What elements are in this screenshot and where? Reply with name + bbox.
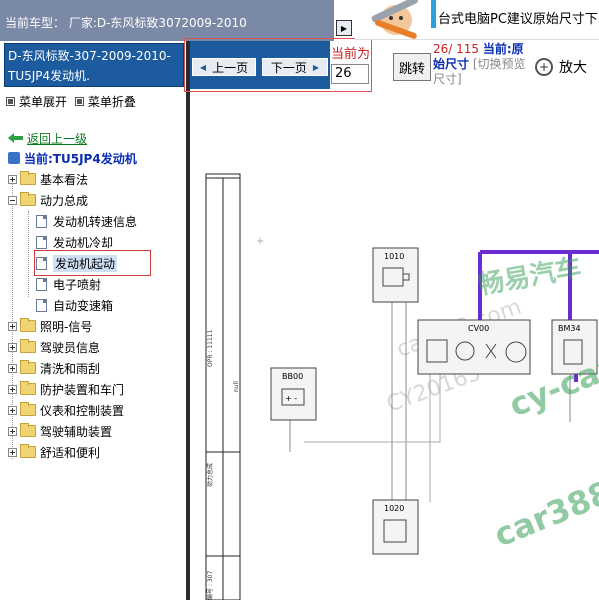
folder-open-icon	[20, 192, 36, 206]
tree-item-label: 发动机冷却	[53, 235, 114, 250]
tree-folder-protection-doors[interactable]: 防护装置和车门	[8, 379, 124, 399]
tree-folder-basic[interactable]: 基本看法	[8, 169, 88, 189]
tree-folder-instruments[interactable]: 仪表和控制装置	[8, 400, 124, 420]
tree-folder-label: 基本看法	[40, 172, 89, 187]
vehicle-title-bar: 当前车型： 厂家:D-东风标致3072009-2010	[0, 0, 334, 41]
page-icon	[36, 277, 47, 291]
zoom-in-button[interactable]: + 放大	[535, 54, 587, 80]
expand-plus-icon[interactable]	[8, 363, 17, 373]
component-bb00[interactable]: BB00 + -	[270, 367, 317, 421]
component-1020[interactable]: 1020	[372, 499, 419, 555]
tree-folder-driving-assist[interactable]: 驾驶辅助装置	[8, 421, 112, 441]
expand-plus-icon[interactable]	[8, 384, 17, 394]
folder-icon	[20, 423, 36, 437]
tree-item-engine-cooling[interactable]: 发动机冷却	[36, 232, 113, 252]
wiring-diagram[interactable]: car388.com CY20165 OPR : 11111 null 动力总成…	[190, 92, 599, 600]
expand-plus-icon[interactable]	[8, 447, 17, 457]
folder-icon	[20, 381, 36, 395]
back-link-label: 返回上一级	[27, 131, 88, 146]
tree-folder-comfort[interactable]: 舒适和便利	[8, 442, 100, 462]
vehicle-title: 当前车型： 厂家:D-东风标致3072009-2010	[5, 16, 247, 30]
banner-accent-strip	[431, 0, 436, 28]
folder-icon	[20, 360, 36, 374]
tree-folder-lighting[interactable]: 照明-信号	[8, 316, 92, 336]
menu-collapse-button[interactable]: 菜单折叠	[74, 93, 136, 110]
tree-folder-label: 仪表和控制装置	[40, 403, 125, 418]
back-arrow-icon	[8, 133, 23, 143]
component-cv00[interactable]: CV00	[417, 319, 531, 375]
app-window: 当前车型： 厂家:D-东风标致3072009-2010 D-东风标致-307-2…	[0, 0, 599, 600]
tree-folder-label: 清洗和雨刮	[40, 361, 101, 376]
menu-collapse-label: 菜单折叠	[87, 95, 136, 109]
tree-folder-label: 防护装置和车门	[40, 382, 125, 397]
svg-text:+ -: + -	[285, 394, 297, 403]
tree-folder-wash-wipe[interactable]: 清洗和雨刮	[8, 358, 100, 378]
wiring-diagram-canvas: car388.com CY20165 OPR : 11111 null 动力总成…	[205, 173, 599, 600]
collapse-icon	[74, 97, 84, 106]
right-arrow-icon: ▶	[340, 23, 348, 33]
menu-expand-button[interactable]: 菜单展开	[6, 93, 67, 110]
expand-plus-icon[interactable]	[8, 426, 17, 436]
component-1010[interactable]: 1010	[372, 247, 419, 303]
folder-icon	[20, 318, 36, 332]
svg-text:1020: 1020	[384, 504, 404, 513]
expand-plus-icon[interactable]	[8, 342, 17, 352]
diagram-null-label: null	[233, 381, 240, 392]
menu-expand-label: 菜单展开	[19, 95, 68, 109]
magnifier-icon: +	[535, 58, 553, 76]
scale-info: 26/ 115 当前:原始尺寸 [切换预览尺寸]	[433, 42, 533, 87]
page-icon	[36, 214, 47, 228]
expand-icon	[6, 97, 15, 106]
wrench-tools-icon	[371, 0, 418, 39]
tree-folder-label: 舒适和便利	[40, 445, 101, 460]
tree-item-electronic-injection[interactable]: 电子喷射	[36, 274, 101, 294]
menu-toggles: 菜单展开 菜单折叠	[6, 93, 140, 110]
jump-button[interactable]: 跳转	[393, 53, 431, 81]
car-icon	[8, 152, 20, 164]
vehicle-info-box: D-东风标致-307-2009-2010- TU5JP4发动机.	[4, 43, 184, 87]
svg-text:CV00: CV00	[468, 324, 489, 333]
back-link[interactable]: 返回上一级	[8, 128, 87, 148]
tree-folder-label: 动力总成	[40, 193, 89, 208]
expand-plus-icon[interactable]	[8, 174, 17, 184]
banner-text: 台式电脑PC建议原始尺寸下	[438, 12, 598, 27]
folder-icon	[20, 444, 36, 458]
selection-highlight-box	[34, 250, 151, 276]
tree-guide-line	[28, 211, 29, 297]
tree-folder-label: 照明-信号	[40, 319, 93, 334]
tree-item-label: 自动变速箱	[53, 298, 114, 313]
collapse-minus-icon[interactable]	[8, 195, 17, 205]
svg-text:+: +	[256, 236, 264, 247]
panel-toggle-button[interactable]: ▶	[336, 20, 352, 36]
page-icon	[36, 298, 47, 312]
folder-icon	[20, 171, 36, 185]
tree-folder-label: 驾驶辅助装置	[40, 424, 113, 439]
svg-text:BB00: BB00	[282, 372, 303, 381]
tree-item-label: 发动机转速信息	[53, 214, 138, 229]
vehicle-info-text: D-东风标致-307-2009-2010- TU5JP4发动机.	[8, 49, 171, 83]
tree-item-label: 电子喷射	[53, 277, 102, 292]
current-node: 当前:TU5JP4发动机	[8, 148, 137, 168]
diagram-opr-label: OPR : 11111	[207, 329, 214, 367]
tree-folder-driver-info[interactable]: 驾驶员信息	[8, 337, 100, 357]
svg-text:1010: 1010	[384, 252, 404, 261]
page-counter: 26/ 115	[433, 42, 480, 56]
tree-folder-label: 驾驶员信息	[40, 340, 101, 355]
tree-item-automatic-gearbox[interactable]: 自动变速箱	[36, 295, 113, 315]
tree-item-engine-speed[interactable]: 发动机转速信息	[36, 211, 137, 231]
tree-folder-powertrain[interactable]: 动力总成	[8, 190, 88, 210]
diagram-number-label: 编号 : 307	[206, 571, 214, 600]
zoom-label: 放大	[559, 60, 587, 76]
current-node-label: 当前:TU5JP4发动机	[24, 151, 137, 166]
page-icon	[36, 235, 47, 249]
expand-plus-icon[interactable]	[8, 405, 17, 415]
watermark-brand: 畅易汽车	[476, 252, 584, 301]
folder-icon	[20, 402, 36, 416]
folder-icon	[20, 339, 36, 353]
svg-text:BM34: BM34	[558, 324, 581, 333]
diagram-powertrain-label: 动力总成	[206, 463, 214, 487]
expand-plus-icon[interactable]	[8, 321, 17, 331]
page-nav-highlight-box	[184, 38, 372, 92]
watermark-car388: car388	[489, 473, 599, 554]
